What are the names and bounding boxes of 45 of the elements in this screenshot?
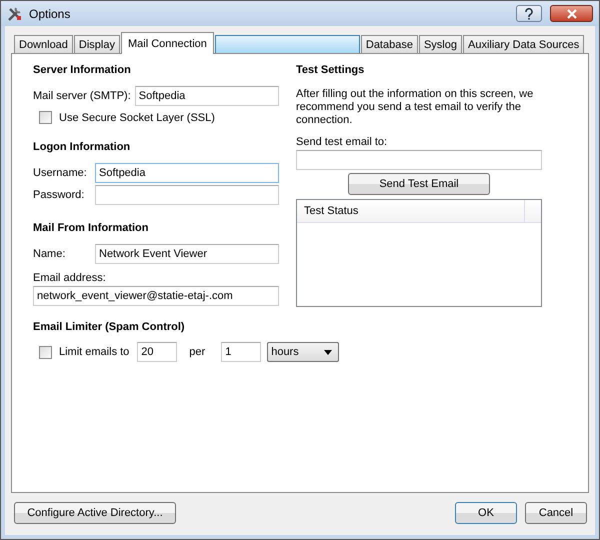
field-label: per — [189, 346, 206, 358]
section-heading: Email Limiter (Spam Control) — [33, 321, 186, 335]
checkbox[interactable] — [39, 346, 52, 358]
checkbox[interactable] — [39, 111, 52, 124]
username-field[interactable]: Softpedia — [95, 163, 279, 183]
ok-button[interactable]: OK — [455, 502, 517, 524]
help-icon — [524, 8, 534, 20]
email-count-field[interactable]: 20 — [137, 342, 178, 362]
field-label: Send test email to: — [296, 136, 388, 148]
password-field[interactable] — [95, 185, 279, 205]
tab[interactable]: Mail Connection — [121, 32, 214, 54]
section-heading: Test Settings — [296, 64, 366, 78]
description-text: After filling out the information on this screen, we recommend you send a test email to verify the connection. — [296, 88, 534, 127]
checkbox-label: Use Secure Socket Layer (SSL) — [59, 112, 215, 124]
section-heading: Mail From Information — [33, 222, 150, 236]
window-title: Options — [29, 6, 72, 20]
unit-dropdown[interactable]: hours — [267, 342, 340, 362]
period-field[interactable]: 1 — [221, 342, 262, 362]
close-icon — [566, 8, 578, 18]
section-heading: Logon Information — [33, 141, 132, 155]
checkbox-label: Limit emails to — [59, 346, 130, 358]
column-header[interactable]: Test Status — [297, 200, 525, 222]
tab[interactable]: Download — [14, 35, 73, 53]
tab[interactable]: Database — [360, 35, 418, 53]
mail-server-field[interactable]: Softpedia — [134, 86, 279, 106]
blank-tab[interactable] — [214, 35, 360, 53]
configure-active-directory-button[interactable]: Configure Active Directory... — [14, 502, 176, 524]
field-label: Mail server (SMTP): — [33, 90, 131, 102]
field-label: Password: — [33, 189, 86, 201]
email-address-field[interactable]: network_event_viewer@statie-etaj-.com — [33, 286, 279, 306]
test-email-field[interactable] — [296, 150, 542, 170]
close-button[interactable] — [550, 5, 593, 22]
field-label: Name: — [33, 248, 66, 260]
dropdown-arrow-icon — [324, 350, 332, 354]
send-test-email-button[interactable]: Send Test Email — [348, 173, 490, 195]
field-label: Username: — [33, 167, 88, 179]
name-field[interactable]: Network Event Viewer — [95, 244, 279, 264]
field-label: Email address: — [33, 272, 107, 284]
help-button[interactable] — [516, 5, 542, 22]
cancel-button[interactable]: Cancel — [525, 502, 587, 524]
tools-icon — [7, 6, 23, 22]
tab[interactable]: Syslog — [418, 35, 462, 53]
tab[interactable]: Auxiliary Data Sources — [463, 35, 584, 53]
section-heading: Server Information — [33, 64, 132, 78]
tab[interactable]: Display — [74, 35, 120, 53]
